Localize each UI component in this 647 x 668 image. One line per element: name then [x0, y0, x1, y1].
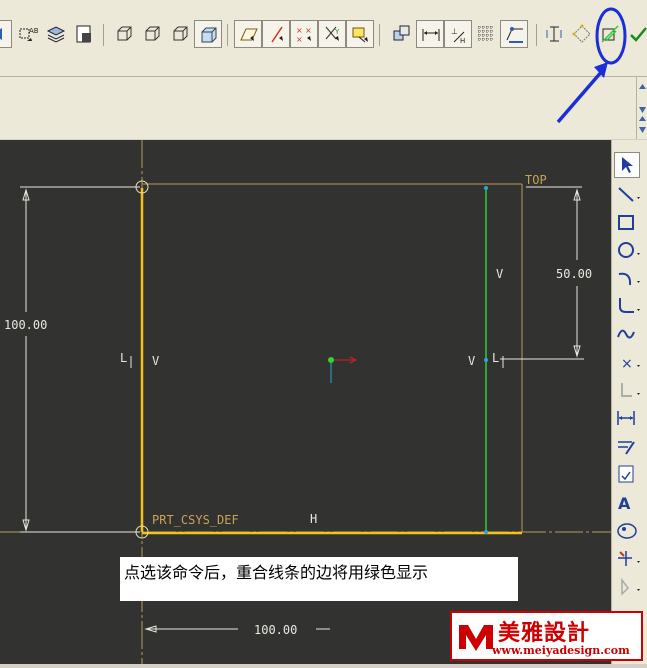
toggle-dimensions-button[interactable] [416, 20, 444, 48]
layers-icon[interactable] [42, 20, 70, 48]
toolbar-separator [536, 24, 537, 46]
svg-text:AB: AB [29, 27, 39, 35]
arc-tool-button[interactable] [614, 266, 640, 292]
csys-label: PRT_CSYS_DEF [152, 513, 239, 527]
dimension-width-bottom[interactable]: 100.00 [254, 623, 297, 637]
toggle-constraints-button[interactable]: ⊥ H [444, 20, 472, 48]
spline-tool-button[interactable] [614, 322, 640, 348]
highlight-circle [595, 7, 627, 65]
datum-points-button[interactable]: × × × [290, 20, 318, 48]
model-tree-icon[interactable] [70, 20, 98, 48]
select-tool-button[interactable] [614, 152, 640, 178]
dimension-offset-right[interactable]: 50.00 [556, 267, 592, 281]
dimension-height-left[interactable]: 100.00 [4, 318, 47, 332]
constraint-horizontal-bottom[interactable]: H [310, 512, 317, 526]
circle-tool-button[interactable] [614, 238, 640, 264]
constraint-equal-length-left[interactable]: L [120, 351, 127, 365]
no-hidden-view-icon[interactable] [166, 20, 194, 48]
constraint-tool-button[interactable] [614, 462, 640, 488]
toolbar-separator [379, 24, 380, 46]
toggle-vertices-button[interactable] [500, 20, 528, 48]
datum-top-label: TOP [525, 173, 547, 187]
svg-text:H: H [460, 37, 465, 45]
palette-tool-button[interactable] [614, 518, 640, 544]
point-tool-button[interactable]: × [614, 350, 640, 376]
line-endpoint [484, 530, 488, 534]
svg-text:×: × [621, 356, 633, 372]
svg-text:Y: Y [334, 28, 340, 36]
line-tool-button[interactable] [614, 182, 640, 208]
constraint-equal-length-right[interactable]: L [492, 351, 499, 365]
tutorial-annotation-overlay [556, 7, 627, 124]
partial-tool-button[interactable] [0, 20, 12, 48]
text-tool-button[interactable]: A [614, 490, 640, 516]
line-midpoint [484, 358, 488, 362]
csys-display-button[interactable]: Y [318, 20, 346, 48]
dimension-tool-button[interactable] [614, 406, 640, 432]
datum-axes-button[interactable] [262, 20, 290, 48]
origin-point [328, 357, 334, 363]
rectangle-tool-button[interactable] [614, 210, 640, 236]
svg-text:⊥: ⊥ [451, 27, 458, 36]
meiya-logo-icon [459, 625, 493, 651]
line-endpoint [484, 186, 488, 190]
toggle-grid-icon[interactable] [472, 20, 500, 48]
toolbar-separator [103, 24, 104, 46]
datum-planes-button[interactable] [234, 20, 262, 48]
watermark-url: www.meiyadesign.com [492, 644, 630, 657]
watermark-name: 美雅設計 [498, 621, 591, 646]
svg-text:×: × [296, 26, 303, 35]
toolbar-separator [227, 24, 228, 46]
datum-display-button[interactable]: AB [14, 20, 42, 48]
svg-text:×: × [305, 26, 312, 35]
annotation-display-button[interactable] [346, 20, 374, 48]
modify-tool-button[interactable] [614, 434, 640, 460]
watermark-logo: 美雅設計 www.meiyadesign.com [450, 611, 643, 661]
sketch-tools-toolbar: × A [611, 140, 647, 664]
shaded-view-button[interactable] [194, 20, 222, 48]
trim-tool-button[interactable] [614, 546, 640, 572]
pointer-arrow-shaft [556, 68, 605, 124]
svg-text:A: A [618, 494, 631, 513]
constraint-vertical-left[interactable]: V [152, 354, 159, 368]
constraint-vertical-right[interactable]: V [468, 354, 475, 368]
use-edge-tool-button[interactable] [614, 378, 640, 404]
mirror-tool-button[interactable] [614, 574, 640, 600]
hidden-line-view-icon[interactable] [138, 20, 166, 48]
fillet-tool-button[interactable] [614, 294, 640, 320]
wireframe-view-icon[interactable] [110, 20, 138, 48]
sketch-orientation-icon[interactable] [388, 20, 416, 48]
svg-text:×: × [296, 35, 303, 44]
tutorial-caption: 点选该命令后，重合线条的边将用绿色显示 [120, 557, 518, 601]
constraint-vertical-right-upper[interactable]: V [496, 267, 503, 281]
